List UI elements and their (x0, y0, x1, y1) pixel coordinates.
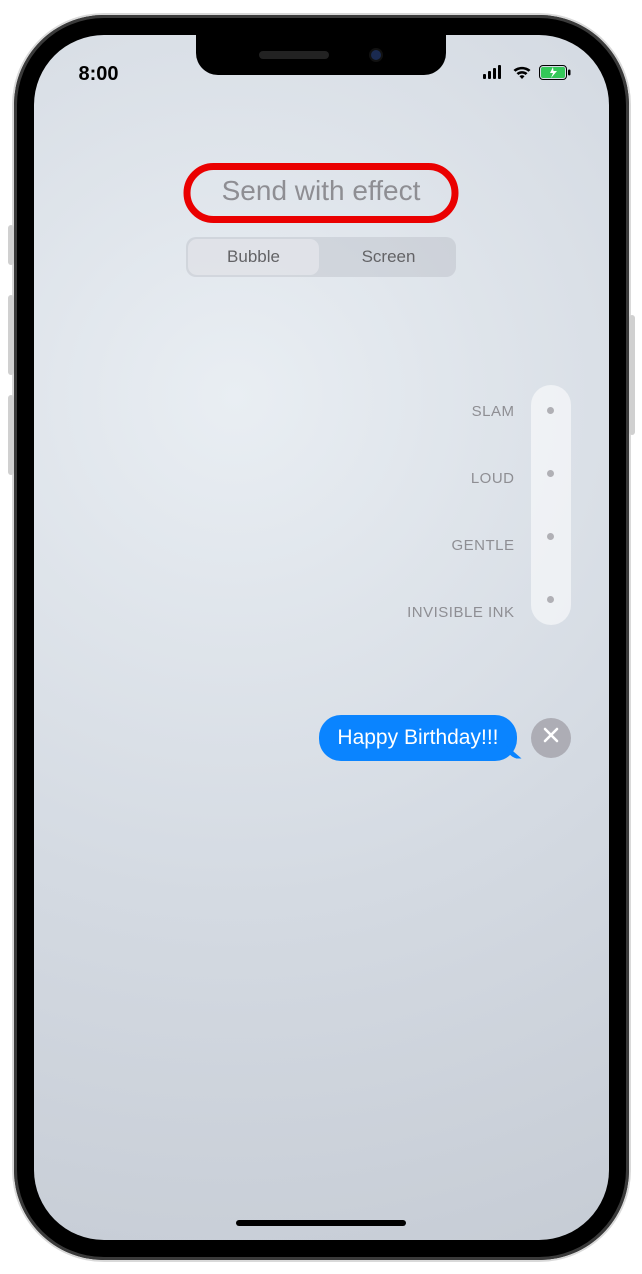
wifi-icon (511, 64, 533, 85)
speaker-grille (259, 51, 329, 59)
effect-option-gentle[interactable]: GENTLE (451, 537, 514, 554)
bubble-effects-list: SLAM LOUD GENTLE INVISIBLE INK (407, 385, 570, 625)
tab-bubble-label: Bubble (227, 247, 280, 267)
message-preview-row: Happy Birthday!!! (319, 715, 570, 761)
tab-bubble[interactable]: Bubble (188, 239, 319, 275)
message-text: Happy Birthday!!! (337, 726, 498, 749)
effect-option-loud[interactable]: LOUD (471, 470, 515, 487)
status-time: 8:00 (79, 63, 119, 86)
close-icon (542, 726, 560, 749)
effect-dot-invisible-ink[interactable] (547, 596, 554, 603)
message-bubble: Happy Birthday!!! (319, 715, 516, 761)
effect-dot-loud[interactable] (547, 470, 554, 477)
cellular-icon (483, 65, 505, 84)
volume-down-button (8, 395, 14, 475)
effect-labels: SLAM LOUD GENTLE INVISIBLE INK (407, 385, 514, 621)
home-indicator[interactable] (236, 1220, 406, 1226)
effect-dot-gentle[interactable] (547, 533, 554, 540)
battery-charging-icon (539, 65, 571, 85)
tab-screen[interactable]: Screen (323, 239, 454, 275)
phone-frame: 8:00 Send with effect Bubble (14, 15, 629, 1260)
notch (196, 35, 446, 75)
page-title-wrap: Send with effect (34, 175, 609, 207)
page-title: Send with effect (222, 175, 421, 207)
screen: 8:00 Send with effect Bubble (34, 35, 609, 1240)
effect-selector-track[interactable] (531, 385, 571, 625)
front-camera (369, 48, 383, 62)
cancel-button[interactable] (531, 718, 571, 758)
mute-switch (8, 225, 14, 265)
side-button (629, 315, 635, 435)
volume-up-button (8, 295, 14, 375)
effect-option-slam[interactable]: SLAM (472, 403, 515, 420)
status-indicators (483, 64, 571, 85)
effect-mode-segmented-control[interactable]: Bubble Screen (186, 237, 456, 277)
effect-dot-slam[interactable] (547, 407, 554, 414)
tab-screen-label: Screen (362, 247, 416, 267)
effect-option-invisible-ink[interactable]: INVISIBLE INK (407, 604, 514, 621)
